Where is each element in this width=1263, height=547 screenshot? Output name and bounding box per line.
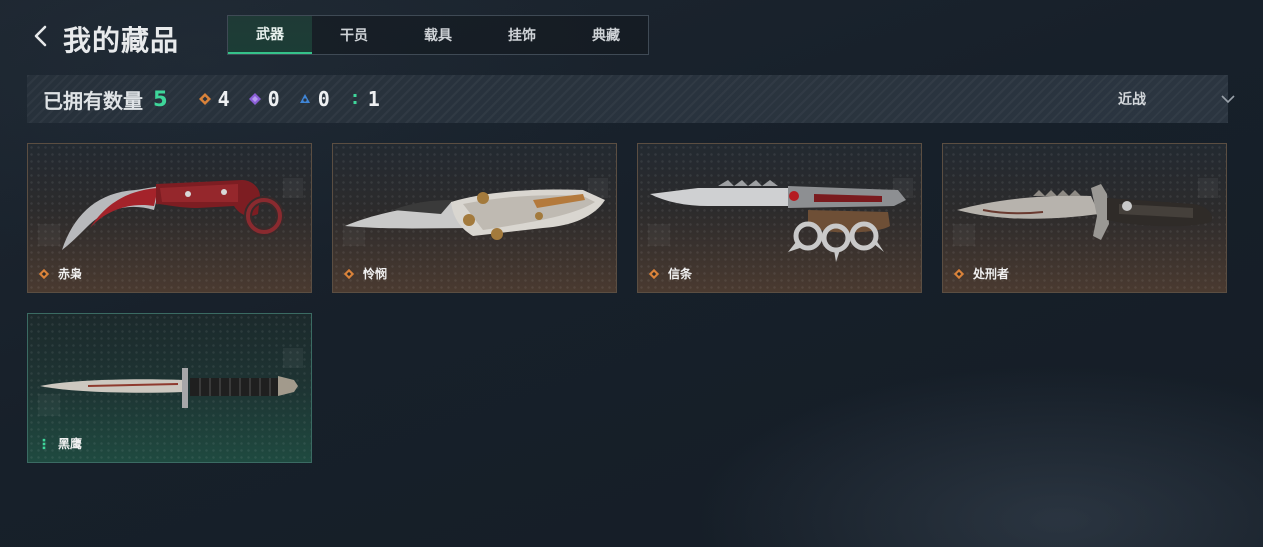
item-name-label: 处刑者 [973, 267, 1010, 281]
rarity-count-blue: 0 [317, 87, 330, 111]
rarity-stat-purple: 0 [248, 87, 280, 111]
orange-diamond-icon [953, 268, 965, 279]
tab-weapons[interactable]: 武器 [228, 16, 312, 54]
item-name-label: 怜悯 [363, 267, 388, 281]
item-card[interactable]: 处刑者 [942, 143, 1227, 293]
owned-stats-bar: 已拥有数量 5 4 0 0 1 近战 [27, 75, 1235, 123]
rarity-count-green: 1 [367, 87, 380, 111]
item-card[interactable]: 信条 [637, 143, 922, 293]
item-card[interactable]: 怜悯 [332, 143, 617, 293]
item-name: 处刑者 [953, 265, 1009, 282]
tab-collection[interactable]: 典藏 [564, 16, 648, 54]
page-title: 我的藏品 [63, 24, 180, 57]
category-filter-dropdown[interactable]: 近战 [1090, 75, 1235, 123]
rarity-count-purple: 0 [267, 87, 280, 111]
purple-diamond-icon [248, 93, 261, 105]
orange-diamond-icon [648, 268, 660, 279]
category-tabs: 武器 干员 载具 挂饰 典藏 [227, 15, 649, 55]
item-card[interactable]: 赤枭 [27, 143, 312, 293]
item-name: 怜悯 [343, 265, 387, 282]
tab-charms[interactable]: 挂饰 [480, 16, 564, 54]
rarity-stat-orange: 4 [198, 87, 230, 111]
blue-triangle-icon [299, 94, 310, 103]
rarity-stat-green: 1 [348, 87, 380, 111]
rarity-stat-blue: 0 [298, 87, 330, 111]
item-name: 黑鹰 [38, 435, 82, 452]
tab-operators[interactable]: 干员 [312, 16, 396, 54]
orange-diamond-icon [198, 93, 211, 105]
orange-diamond-icon [343, 268, 355, 279]
orange-diamond-icon [38, 268, 50, 279]
rarity-count-orange: 4 [217, 87, 230, 111]
green-dots-icon [42, 438, 46, 449]
chevron-down-icon [1221, 95, 1235, 104]
back-arrow-icon[interactable] [30, 24, 54, 48]
tab-vehicles[interactable]: 载具 [396, 16, 480, 54]
green-dots-icon [353, 94, 357, 104]
item-card[interactable]: 黑鹰 [27, 313, 312, 463]
filter-label: 近战 [1118, 92, 1146, 108]
item-name: 信条 [648, 265, 692, 282]
item-name: 赤枭 [38, 265, 82, 282]
owned-count-value: 5 [153, 87, 168, 111]
item-name-label: 赤枭 [58, 267, 83, 281]
item-name-label: 信条 [668, 267, 693, 281]
owned-count-label: 已拥有数量 [43, 88, 143, 113]
item-name-label: 黑鹰 [58, 437, 83, 451]
